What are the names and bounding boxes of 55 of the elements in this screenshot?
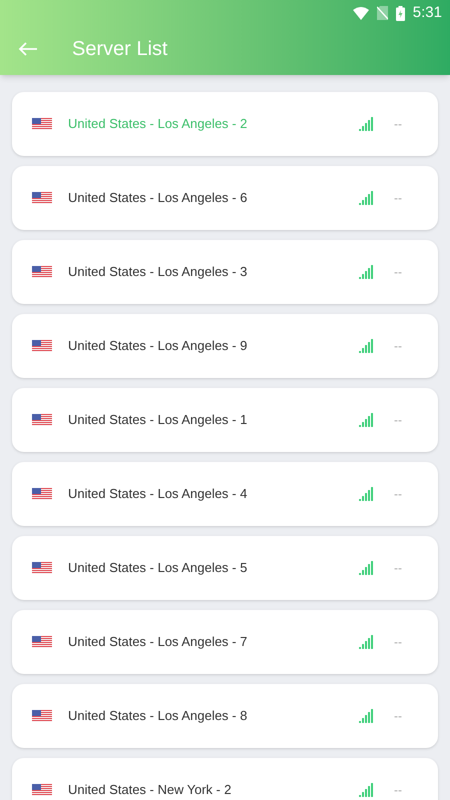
flag-icon	[32, 784, 52, 796]
flag-icon	[32, 414, 52, 426]
signal-icon	[359, 783, 374, 797]
server-name: United States - Los Angeles - 2	[68, 115, 248, 134]
flag-icon	[32, 636, 52, 648]
server-name: United States - Los Angeles - 6	[68, 189, 248, 208]
no-sim-icon	[376, 6, 388, 20]
status-time: 5:31	[412, 2, 442, 23]
signal-icon	[359, 487, 374, 501]
flag-icon	[32, 192, 52, 204]
page-title: Server List	[72, 36, 168, 62]
flag-icon	[32, 710, 52, 722]
signal-icon	[359, 413, 374, 427]
ping-value: --	[394, 708, 402, 725]
server-item[interactable]: United States - New York - 2 --	[12, 758, 438, 800]
server-name: United States - Los Angeles - 4	[68, 485, 248, 504]
server-name: United States - Los Angeles - 7	[68, 633, 248, 652]
ping-value: --	[394, 782, 402, 799]
flag-icon	[32, 118, 52, 130]
signal-icon	[359, 709, 374, 723]
ping-value: --	[394, 264, 402, 281]
server-name: United States - Los Angeles - 9	[68, 337, 248, 356]
flag-icon	[32, 562, 52, 574]
server-name: United States - Los Angeles - 5	[68, 559, 248, 578]
flag-icon	[32, 266, 52, 278]
ping-value: --	[394, 412, 402, 429]
ping-value: --	[394, 634, 402, 651]
wifi-icon	[352, 6, 369, 20]
server-item[interactable]: United States - Los Angeles - 3 --	[12, 240, 438, 304]
server-name: United States - New York - 2	[68, 781, 232, 800]
ping-value: --	[394, 560, 402, 577]
server-name: United States - Los Angeles - 8	[68, 707, 248, 726]
server-item[interactable]: United States - Los Angeles - 4 --	[12, 462, 438, 526]
signal-icon	[359, 265, 374, 279]
server-name: United States - Los Angeles - 3	[68, 263, 248, 282]
server-item[interactable]: United States - Los Angeles - 8 --	[12, 684, 438, 748]
back-arrow-icon	[18, 40, 38, 56]
server-item[interactable]: United States - Los Angeles - 9 --	[12, 314, 438, 378]
signal-icon	[359, 339, 374, 353]
signal-icon	[359, 635, 374, 649]
ping-value: --	[394, 338, 402, 355]
ping-value: --	[394, 486, 402, 503]
server-item[interactable]: United States - Los Angeles - 6 --	[12, 166, 438, 230]
signal-icon	[359, 191, 374, 205]
ping-value: --	[394, 190, 402, 207]
signal-icon	[359, 117, 374, 131]
server-item[interactable]: United States - Los Angeles - 5 --	[12, 536, 438, 600]
server-name: United States - Los Angeles - 1	[68, 411, 248, 430]
server-item[interactable]: United States - Los Angeles - 7 --	[12, 610, 438, 674]
server-item[interactable]: United States - Los Angeles - 1 --	[12, 388, 438, 452]
ping-value: --	[394, 116, 402, 133]
flag-icon	[32, 340, 52, 352]
signal-icon	[359, 561, 374, 575]
flag-icon	[32, 488, 52, 500]
battery-icon	[396, 6, 405, 20]
